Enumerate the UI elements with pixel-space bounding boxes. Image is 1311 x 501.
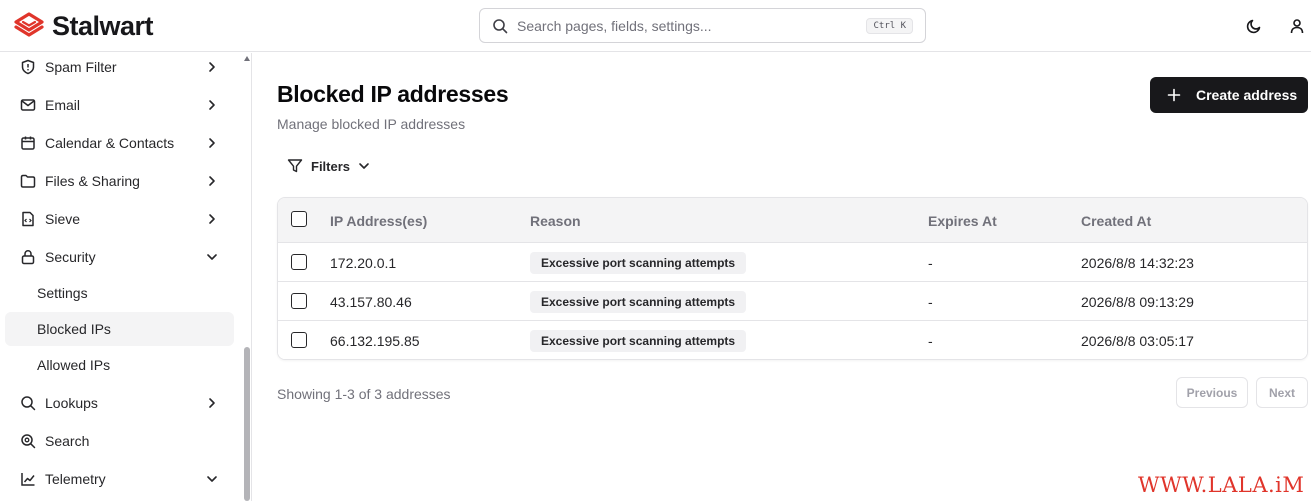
- sidebar-item-sieve[interactable]: Sieve: [10, 202, 236, 236]
- chevron-right-icon: [209, 100, 215, 110]
- global-search[interactable]: Ctrl K: [479, 8, 926, 43]
- sidebar-item-label: Calendar & Contacts: [45, 135, 175, 151]
- sidebar-scrollbar-thumb[interactable]: [244, 347, 250, 501]
- sidebar-item-label: Files & Sharing: [45, 173, 140, 189]
- sidebar-item-label: Spam Filter: [45, 59, 117, 75]
- lock-icon: [21, 250, 35, 265]
- select-all-checkbox[interactable]: [291, 211, 307, 227]
- chevron-right-icon: [209, 138, 215, 148]
- stalwart-logo-icon: [14, 12, 44, 37]
- chevron-down-icon: [207, 254, 217, 260]
- column-header-ip[interactable]: IP Address(es): [330, 213, 427, 229]
- column-header-expires[interactable]: Expires At: [928, 213, 997, 229]
- sidebar-subitem-settings[interactable]: Settings: [5, 276, 234, 310]
- ip-address-cell: 172.20.0.1: [330, 255, 397, 271]
- moon-icon: [1246, 19, 1261, 34]
- mail-icon: [20, 99, 36, 111]
- sidebar-subitem-label: Blocked IPs: [37, 321, 111, 337]
- next-page-button[interactable]: Next: [1256, 377, 1308, 408]
- search-input[interactable]: [517, 17, 858, 34]
- column-header-created[interactable]: Created At: [1081, 213, 1151, 229]
- sidebar-item-security[interactable]: Security: [10, 240, 236, 274]
- reason-badge: Excessive port scanning attempts: [530, 252, 747, 274]
- sidebar-subitem-blocked-ips[interactable]: Blocked IPs: [5, 312, 234, 346]
- sidebar-subitem-allowed-ips[interactable]: Allowed IPs: [5, 348, 234, 382]
- brand-logo[interactable]: Stalwart: [14, 10, 154, 42]
- chevron-right-icon: [209, 398, 215, 408]
- sidebar-item-files-sharing[interactable]: Files & Sharing: [10, 164, 236, 198]
- sidebar-subitem-label: Allowed IPs: [37, 357, 111, 373]
- chart-icon: [21, 473, 35, 486]
- watermark-text: WWW.LALA.iM: [1138, 473, 1305, 497]
- page-subtitle: Manage blocked IP addresses: [277, 116, 466, 132]
- filters-label: Filters: [311, 158, 351, 174]
- ip-address-cell: 43.157.80.46: [330, 294, 412, 310]
- column-header-reason[interactable]: Reason: [530, 213, 581, 229]
- brand-name: Stalwart: [52, 10, 154, 41]
- sidebar: Spam Filter Email Calendar & Contacts Fi…: [0, 53, 252, 501]
- sidebar-item-label: Email: [45, 97, 81, 113]
- table-header: IP Address(es) Reason Expires At Created…: [278, 198, 1307, 243]
- search-icon: [21, 396, 36, 411]
- table-row[interactable]: 172.20.0.1 Excessive port scanning attem…: [278, 243, 1307, 282]
- create-address-button[interactable]: Create address: [1150, 77, 1308, 113]
- pagination-summary: Showing 1-3 of 3 addresses: [277, 386, 451, 402]
- search-shortcut-hint: Ctrl K: [866, 17, 913, 34]
- reason-badge: Excessive port scanning attempts: [530, 291, 747, 313]
- zoom-search-icon: [21, 434, 36, 449]
- user-icon: [1290, 19, 1304, 34]
- sidebar-subitem-label: Settings: [37, 285, 88, 301]
- chevron-right-icon: [209, 62, 215, 72]
- sidebar-item-label: Lookups: [45, 395, 98, 411]
- sidebar-item-label: Sieve: [45, 211, 81, 227]
- chevron-down-icon: [207, 476, 217, 482]
- scroll-up-arrow[interactable]: [244, 56, 250, 61]
- sidebar-item-search[interactable]: Search: [10, 424, 236, 458]
- table-row[interactable]: 66.132.195.85 Excessive port scanning at…: [278, 321, 1307, 359]
- created-cell: 2026/8/8 09:13:29: [1081, 294, 1194, 310]
- chevron-right-icon: [209, 214, 215, 224]
- create-address-label: Create address: [1196, 87, 1298, 103]
- page-title: Blocked IP addresses: [277, 81, 509, 107]
- expires-cell: -: [928, 255, 933, 271]
- created-cell: 2026/8/8 03:05:17: [1081, 333, 1194, 349]
- sidebar-item-lookups[interactable]: Lookups: [10, 386, 236, 420]
- filters-button[interactable]: Filters: [287, 155, 370, 177]
- folder-icon: [20, 174, 36, 188]
- sidebar-item-label: Telemetry: [45, 471, 106, 487]
- sidebar-item-email[interactable]: Email: [10, 88, 236, 122]
- chevron-right-icon: [209, 176, 215, 186]
- created-cell: 2026/8/8 14:32:23: [1081, 255, 1194, 271]
- shield-icon: [21, 59, 35, 75]
- row-checkbox[interactable]: [291, 332, 307, 348]
- filter-icon: [287, 159, 303, 173]
- sidebar-item-spam-filter[interactable]: Spam Filter: [10, 53, 236, 84]
- sidebar-item-label: Security: [45, 249, 96, 265]
- blocked-ips-table: IP Address(es) Reason Expires At Created…: [277, 197, 1308, 360]
- sidebar-item-label: Search: [45, 433, 90, 449]
- previous-page-button[interactable]: Previous: [1176, 377, 1248, 408]
- row-checkbox[interactable]: [291, 254, 307, 270]
- sidebar-item-telemetry[interactable]: Telemetry: [10, 462, 236, 496]
- user-menu-button[interactable]: [1285, 14, 1309, 38]
- table-row[interactable]: 43.157.80.46 Excessive port scanning att…: [278, 282, 1307, 321]
- search-icon: [493, 18, 508, 33]
- chevron-down-icon: [359, 163, 369, 169]
- top-bar: Stalwart Ctrl K: [0, 0, 1311, 52]
- calendar-icon: [21, 136, 35, 150]
- expires-cell: -: [928, 294, 933, 310]
- file-code-icon: [22, 211, 34, 227]
- sidebar-item-calendar-contacts[interactable]: Calendar & Contacts: [10, 126, 236, 160]
- expires-cell: -: [928, 333, 933, 349]
- ip-address-cell: 66.132.195.85: [330, 333, 420, 349]
- row-checkbox[interactable]: [291, 293, 307, 309]
- reason-badge: Excessive port scanning attempts: [530, 330, 747, 352]
- plus-icon: [1167, 88, 1181, 102]
- theme-toggle-button[interactable]: [1242, 14, 1266, 38]
